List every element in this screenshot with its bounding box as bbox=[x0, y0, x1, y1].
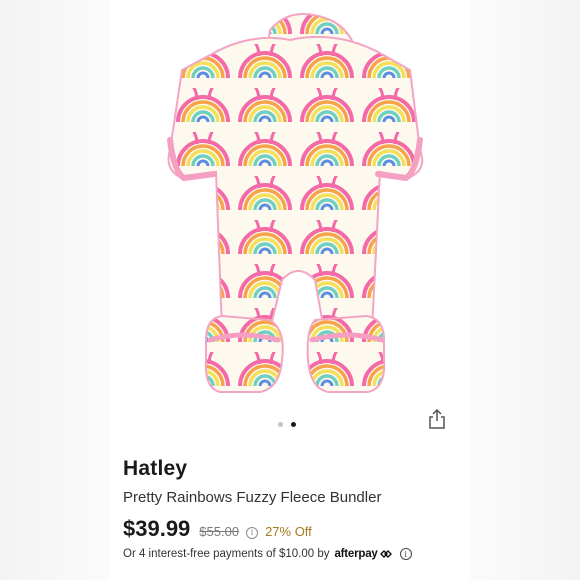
carousel-dot-active[interactable] bbox=[291, 422, 296, 427]
price-row: $39.99 $55.00 i 27% Off bbox=[123, 516, 312, 542]
afterpay-wordmark: afterpay bbox=[334, 548, 378, 560]
installment-info-icon[interactable]: i bbox=[399, 548, 412, 560]
carousel-dot[interactable] bbox=[278, 422, 283, 427]
left-margin bbox=[0, 0, 110, 580]
product-title: Pretty Rainbows Fuzzy Fleece Bundler bbox=[123, 489, 382, 506]
info-icon[interactable]: i bbox=[246, 526, 259, 539]
current-price: $39.99 bbox=[123, 516, 191, 541]
right-margin bbox=[470, 0, 580, 580]
discount-badge: 27% Off bbox=[265, 524, 312, 539]
product-image[interactable] bbox=[110, 0, 470, 420]
original-price: $55.00 bbox=[199, 524, 240, 539]
share-button[interactable] bbox=[427, 408, 447, 430]
installment-row: Or 4 interest-free payments of $10.00 by… bbox=[123, 548, 412, 560]
share-icon bbox=[429, 408, 445, 429]
carousel-indicator bbox=[278, 422, 296, 427]
afterpay-arrows-icon bbox=[379, 550, 392, 558]
afterpay-logo[interactable]: afterpay bbox=[334, 548, 392, 560]
brand-name[interactable]: Hatley bbox=[123, 457, 187, 481]
installment-text: Or 4 interest-free payments of $10.00 by bbox=[123, 548, 330, 560]
